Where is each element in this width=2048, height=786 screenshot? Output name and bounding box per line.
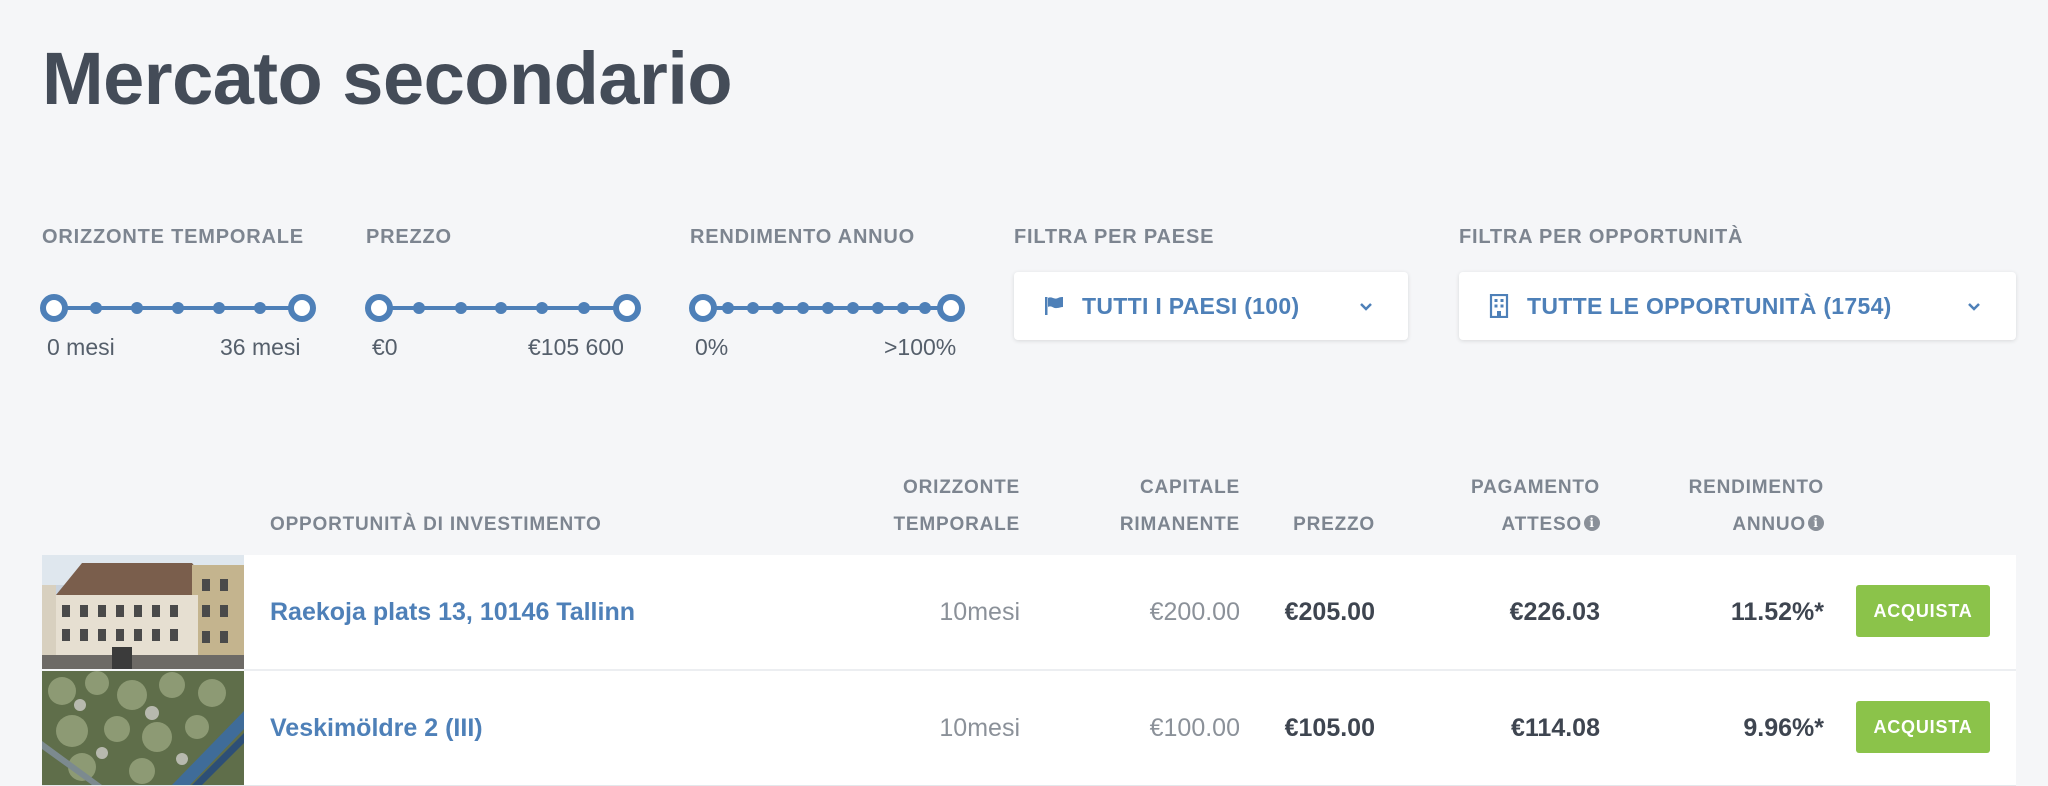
- slider-tick: [455, 302, 467, 314]
- buy-button[interactable]: ACQUISTA: [1856, 585, 1990, 637]
- opportunity-dropdown[interactable]: TUTTE LE OPPORTUNITÀ (1754): [1459, 272, 2016, 340]
- opportunity-dropdown-value: TUTTE LE OPPORTUNITÀ (1754): [1527, 292, 1892, 319]
- header-yield-line2: ANNUO: [1732, 514, 1806, 535]
- slider-tick: [90, 302, 102, 314]
- slider-tick: [213, 302, 225, 314]
- horizon-slider[interactable]: [40, 294, 316, 322]
- slider-tick: [254, 302, 266, 314]
- opportunity-link[interactable]: Veskimöldre 2 (III): [270, 671, 483, 785]
- slider-tick: [131, 302, 143, 314]
- slider-tick: [847, 302, 859, 314]
- yield-min-value: 0%: [695, 334, 729, 360]
- slider-tick: [747, 302, 759, 314]
- yield-filter-label: RENDIMENTO ANNUO: [690, 226, 916, 248]
- yield-slider[interactable]: [689, 294, 965, 322]
- header-payment-line1: PAGAMENTO: [1471, 477, 1600, 498]
- horizon-value: 10mesi: [939, 598, 1020, 626]
- header-horizon-line2: TEMPORALE: [893, 514, 1020, 535]
- table-row: Raekoja plats 13, 10146 Tallinn 10mesi €…: [42, 555, 2016, 669]
- yield-min-handle[interactable]: [689, 294, 717, 322]
- price-value: €205.00: [1284, 598, 1375, 626]
- opportunity-filter-label: FILTRA PER OPPORTUNITÀ: [1459, 226, 1744, 248]
- slider-tick: [897, 302, 909, 314]
- header-price[interactable]: PREZZO: [1200, 506, 1375, 543]
- header-horizon-line1: ORIZZONTE: [903, 477, 1020, 498]
- slider-tick: [172, 302, 184, 314]
- slider-tick: [578, 302, 590, 314]
- page-title: Mercato secondario: [42, 37, 733, 120]
- payment-value: €114.08: [1511, 714, 1600, 742]
- slider-tick: [536, 302, 548, 314]
- info-icon[interactable]: i: [1808, 514, 1824, 531]
- price-slider[interactable]: [365, 294, 641, 322]
- horizon-min-handle[interactable]: [40, 294, 68, 322]
- price-min-handle[interactable]: [365, 294, 393, 322]
- opportunity-link[interactable]: Raekoja plats 13, 10146 Tallinn: [270, 555, 635, 669]
- property-thumbnail[interactable]: [42, 555, 244, 669]
- country-dropdown[interactable]: TUTTI I PAESI (100): [1014, 272, 1408, 340]
- header-yield-line1: RENDIMENTO: [1688, 477, 1824, 498]
- country-filter-label: FILTRA PER PAESE: [1014, 226, 1215, 248]
- horizon-max-value: 36 mesi: [220, 334, 301, 360]
- header-opportunity[interactable]: OPPORTUNITÀ DI INVESTIMENTO: [270, 506, 602, 543]
- building-icon: [1485, 292, 1513, 320]
- horizon-filter-label: ORIZZONTE TEMPORALE: [42, 226, 304, 248]
- header-horizon[interactable]: ORIZZONTE TEMPORALE: [820, 469, 1020, 543]
- horizon-value: 10mesi: [939, 714, 1020, 742]
- slider-tick: [822, 302, 834, 314]
- slider-tick: [797, 302, 809, 314]
- horizon-min-value: 0 mesi: [47, 334, 115, 360]
- table-row: Veskimöldre 2 (III) 10mesi €100.00 €105.…: [42, 671, 2016, 785]
- property-thumbnail[interactable]: [42, 671, 244, 785]
- yield-max-value: >100%: [884, 334, 957, 360]
- slider-tick: [495, 302, 507, 314]
- payment-value: €226.03: [1509, 598, 1600, 626]
- slider-tick: [919, 302, 931, 314]
- yield-max-handle[interactable]: [937, 294, 965, 322]
- slider-tick: [722, 302, 734, 314]
- header-capital-line1: CAPITALE: [1140, 477, 1240, 498]
- chevron-down-icon: [1964, 296, 1984, 316]
- slider-tick: [413, 302, 425, 314]
- price-max-value: €105 600: [528, 334, 624, 360]
- price-filter-label: PREZZO: [366, 226, 452, 248]
- country-dropdown-value: TUTTI I PAESI (100): [1082, 292, 1300, 319]
- header-payment-line2: ATTESO: [1501, 514, 1582, 535]
- price-min-value: €0: [372, 334, 398, 360]
- horizon-max-handle[interactable]: [288, 294, 316, 322]
- buy-button[interactable]: ACQUISTA: [1856, 701, 1990, 753]
- header-yield[interactable]: RENDIMENTO ANNUO i: [1620, 469, 1824, 543]
- slider-tick: [872, 302, 884, 314]
- yield-value: 11.52%*: [1730, 598, 1824, 626]
- chevron-down-icon: [1356, 296, 1376, 316]
- flag-icon: [1040, 292, 1068, 320]
- info-icon[interactable]: i: [1584, 514, 1600, 531]
- price-max-handle[interactable]: [613, 294, 641, 322]
- header-payment[interactable]: PAGAMENTO ATTESO i: [1400, 469, 1600, 543]
- yield-value: 9.96%*: [1743, 714, 1824, 742]
- price-value: €105.00: [1284, 714, 1375, 742]
- slider-tick: [772, 302, 784, 314]
